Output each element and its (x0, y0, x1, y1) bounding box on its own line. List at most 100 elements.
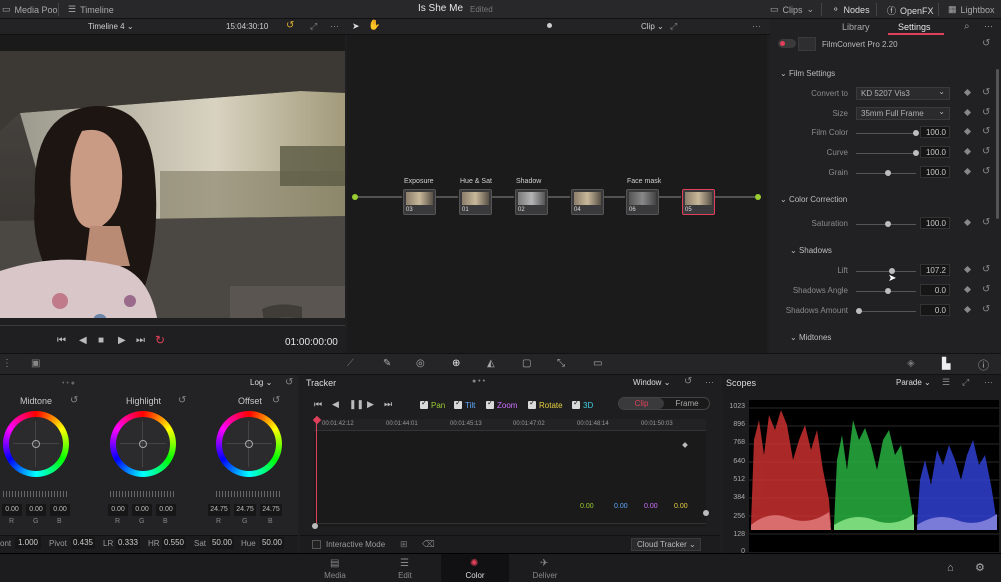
keyframe-icon[interactable] (963, 108, 972, 117)
node-05-selected[interactable]: 05 (682, 189, 715, 215)
wheel-mode-selector[interactable]: Log ⌄ (250, 378, 272, 387)
last-frame-icon[interactable]: ⏭ (136, 335, 145, 346)
slider-knob[interactable] (885, 170, 891, 176)
graph-scrollbar[interactable] (314, 523, 706, 524)
highlight-g-value[interactable]: 0.00 (132, 504, 152, 516)
hue-value[interactable]: 50.00 (260, 537, 284, 549)
pointer-icon[interactable]: ➤ (352, 21, 360, 32)
section-midtones[interactable]: ⌄ Midtones (790, 333, 831, 342)
page-color[interactable]: ✺ Color (441, 554, 509, 582)
slider-knob[interactable] (885, 288, 891, 294)
key-icon[interactable]: ▢ (522, 358, 531, 369)
image-icon[interactable]: ▣ (31, 358, 40, 369)
tracker-graph[interactable]: 00:01:42:12 00:01:44:01 00:01:45:13 00:0… (312, 415, 706, 527)
slider-knob[interactable] (885, 221, 891, 227)
node-editor[interactable]: Exposure 03 Hue & Sat 01 Shadow 02 04 Fa… (347, 35, 767, 353)
media-pool-button[interactable]: ▭ Media Pool (2, 4, 60, 15)
reset-icon[interactable]: ↺ (178, 395, 186, 406)
tab-library[interactable]: Library (842, 22, 870, 32)
section-film-settings[interactable]: ⌄ Film Settings (780, 69, 835, 78)
node-shadow[interactable]: 02 (515, 189, 548, 215)
section-color-correction[interactable]: ⌄ Color Correction (780, 195, 847, 204)
reset-icon[interactable]: ↺ (982, 38, 990, 49)
highlight-r-value[interactable]: 0.00 (108, 504, 128, 516)
keyframe-icon[interactable] (963, 88, 972, 97)
curve-value[interactable]: 100.0 (920, 146, 950, 158)
stop-icon[interactable]: ■ (98, 335, 104, 346)
zoom-checkbox[interactable]: Zoom (486, 398, 517, 410)
section-shadows[interactable]: ⌄ Shadows (790, 246, 832, 255)
play-reverse-icon[interactable]: ◀ (79, 335, 87, 346)
reset-icon[interactable]: ↺ (272, 395, 280, 406)
lr-value[interactable]: 0.333 (116, 537, 140, 549)
offset-wheel[interactable] (216, 411, 282, 477)
fullscreen-icon[interactable]: ⤢ (310, 21, 317, 32)
clip-mode-selector[interactable]: Clip ⌄ (641, 22, 664, 31)
node-hue-sat[interactable]: 01 (459, 189, 492, 215)
tracker-mode-selector[interactable]: Window ⌄ (633, 378, 670, 387)
reset-icon[interactable]: ↺ (982, 126, 990, 137)
interactive-mode-checkbox[interactable] (312, 540, 321, 549)
node-face-mask[interactable]: 06 (626, 189, 659, 215)
delete-point-icon[interactable]: ⌫ (422, 539, 435, 550)
lightbox-button[interactable]: ▦ Lightbox (948, 4, 995, 15)
curve-slider[interactable] (856, 153, 916, 154)
shadows-angle-value[interactable]: 0.0 (920, 284, 950, 296)
scope-type-selector[interactable]: Parade ⌄ (896, 378, 931, 387)
highlight-wheel[interactable] (110, 411, 176, 477)
reset-icon[interactable]: ↺ (285, 377, 293, 388)
offset-g-value[interactable]: 24.75 (234, 504, 256, 516)
sat-value[interactable]: 50.00 (210, 537, 234, 549)
shadows-amount-value[interactable]: 0.0 (920, 304, 950, 316)
highlight-dial[interactable] (110, 491, 174, 497)
scopes-icon[interactable]: ▙ (942, 357, 950, 370)
track-back-icon[interactable]: ◀ (332, 399, 339, 410)
blur-icon[interactable]: ◭ (487, 358, 495, 369)
page-media[interactable]: ▤ Media (301, 554, 369, 582)
reset-icon[interactable]: ↺ (982, 217, 990, 228)
reset-icon[interactable]: ↺ (982, 107, 990, 118)
track-forward-icon[interactable]: ▶ (367, 399, 374, 410)
reset-icon[interactable]: ↺ (982, 284, 990, 295)
highlight-icon[interactable]: ↺ (286, 20, 294, 31)
page-deliver[interactable]: ✈ Deliver (511, 554, 579, 582)
lift-slider[interactable] (856, 271, 916, 272)
settings-icon[interactable]: ☰ (942, 377, 950, 388)
keyframe-icon[interactable] (963, 147, 972, 156)
reset-icon[interactable]: ↺ (982, 304, 990, 315)
add-point-icon[interactable]: ⊞ (400, 539, 408, 550)
3d-icon[interactable]: ▭ (593, 358, 602, 369)
page-edit[interactable]: ☰ Edit (371, 554, 439, 582)
offset-dial[interactable] (216, 491, 280, 497)
frame-segment[interactable]: Frame (665, 398, 709, 409)
reset-icon[interactable]: ↺ (684, 376, 692, 387)
nodes-button[interactable]: ⚬ Nodes (832, 4, 870, 15)
saturation-value[interactable]: 100.0 (920, 217, 950, 229)
more-icon[interactable]: ⋯ (984, 21, 993, 32)
slider-knob[interactable] (913, 150, 919, 156)
timeline-button[interactable]: ☰ Timeline (68, 4, 114, 15)
scrubber[interactable] (0, 325, 345, 326)
3d-checkbox[interactable]: 3D (572, 398, 593, 410)
keyframe-icon[interactable] (963, 127, 972, 136)
track-reverse-icon[interactable]: ⏮ (314, 399, 322, 410)
slider-knob[interactable] (913, 130, 919, 136)
effect-toggle[interactable] (778, 39, 796, 48)
convert-to-dropdown[interactable]: KD 5207 Vis3 (856, 86, 950, 100)
contrast-value[interactable]: 1.000 (15, 537, 41, 549)
hand-icon[interactable]: ✋ (368, 20, 380, 31)
scrollbar[interactable] (996, 69, 999, 219)
lift-value[interactable]: 107.2 (920, 264, 950, 276)
page-dots[interactable]: ● • • (472, 378, 485, 385)
pause-icon[interactable]: ❚❚ (349, 399, 364, 410)
openfx-button[interactable]: ⓕ OpenFX (887, 4, 934, 17)
hr-value[interactable]: 0.550 (162, 537, 186, 549)
expand-icon[interactable]: ⤢ (962, 377, 969, 388)
qualifier-icon[interactable]: ✎ (383, 358, 391, 369)
window-icon[interactable]: ◎ (416, 358, 425, 369)
rotate-checkbox[interactable]: Rotate (528, 398, 563, 410)
size-dropdown[interactable]: 35mm Full Frame (856, 106, 950, 120)
midtone-g-value[interactable]: 0.00 (26, 504, 46, 516)
grain-value[interactable]: 100.0 (920, 166, 950, 178)
first-frame-icon[interactable]: ⏮ (57, 335, 66, 346)
